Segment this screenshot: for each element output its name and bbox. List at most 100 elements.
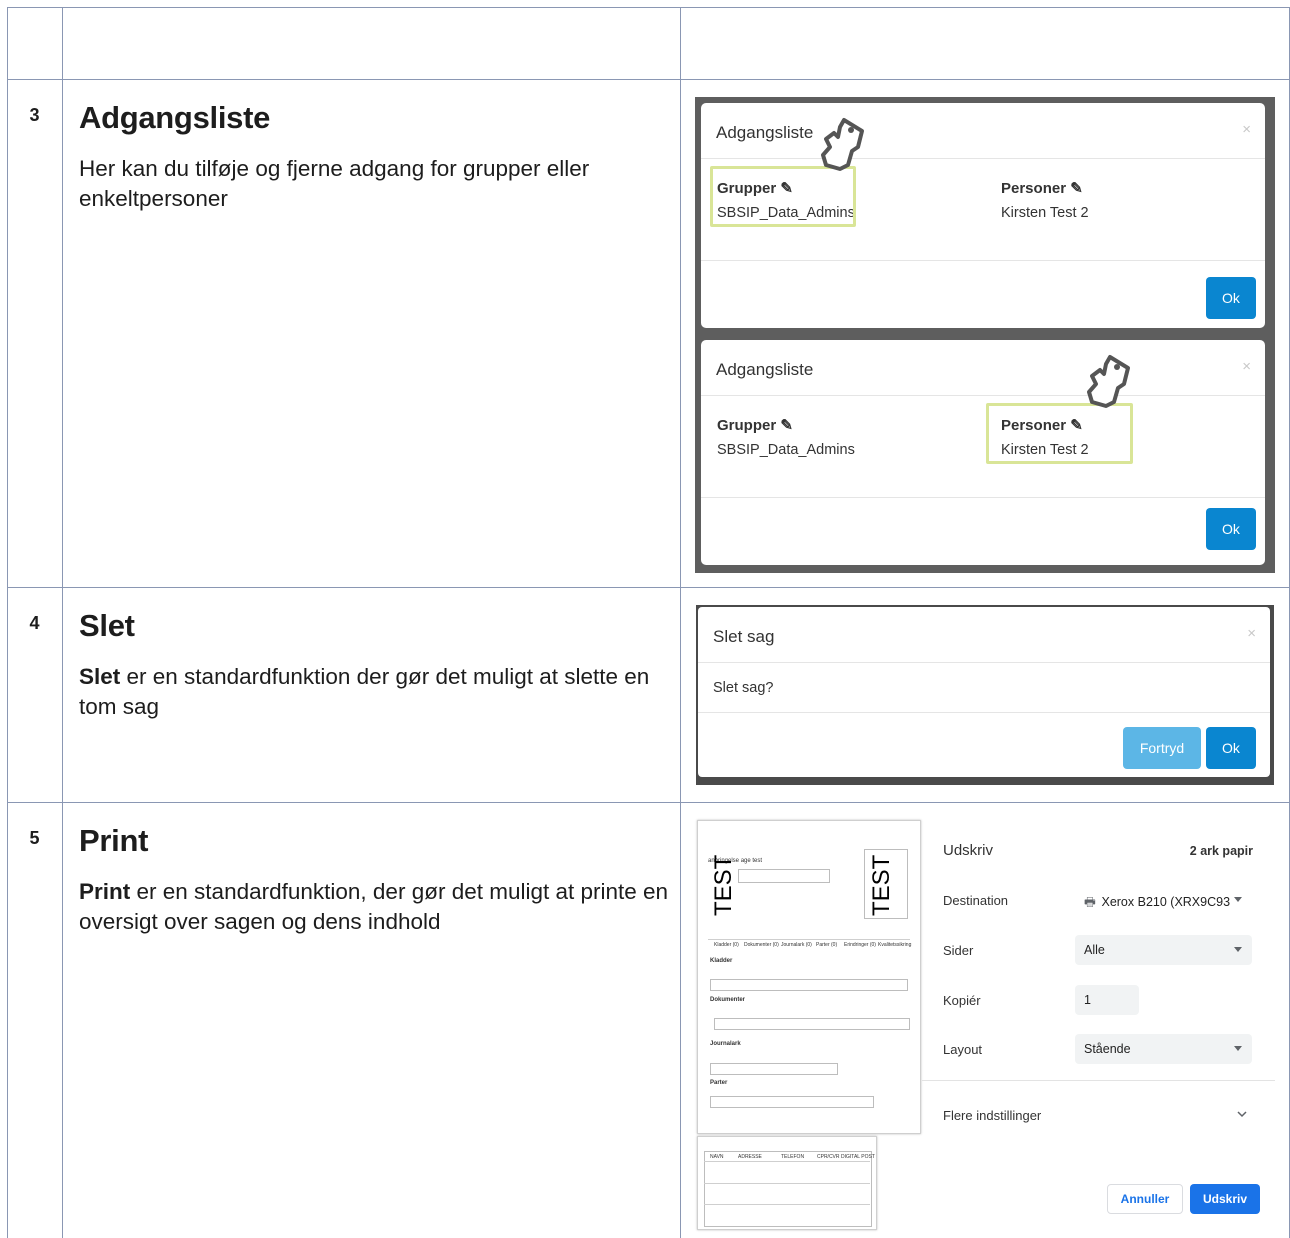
close-icon[interactable]: × <box>1247 625 1256 642</box>
section-print: Print Print er en standardfunktion, der … <box>79 823 669 937</box>
pages-value: Alle <box>1084 943 1105 957</box>
access-modal: Adgangsliste × Grupper ✎ SBSIP_Data_Admi… <box>701 103 1265 328</box>
print-title: Udskriv <box>943 842 994 859</box>
table-head: NAVN <box>710 1154 724 1160</box>
table-head: ADRESSE <box>738 1154 762 1160</box>
section-text: Print er en standardfunktion, der gør de… <box>79 877 669 937</box>
layout-select[interactable]: Stående <box>1075 1034 1252 1064</box>
section-text: Her kan du tilføje og fjerne adgang for … <box>79 156 590 211</box>
chevron-down-icon <box>1234 1046 1242 1051</box>
highlight-box <box>986 403 1133 464</box>
bold-term: Slet <box>79 664 121 689</box>
section-title: Print <box>79 823 149 858</box>
pointer-hand-icon <box>1087 355 1130 408</box>
persons-label: Personer ✎ <box>1001 180 1083 197</box>
copies-label: Kopiér <box>943 993 981 1008</box>
preview-rule <box>704 1183 870 1184</box>
preview-rule <box>708 939 910 940</box>
row-number: 5 <box>29 828 40 848</box>
table-border <box>62 7 63 1238</box>
preview-table <box>704 1151 872 1227</box>
persons-value: Kirsten Test 2 <box>1001 205 1089 221</box>
section-delete: Slet Slet er en standardfunktion der gør… <box>79 608 669 722</box>
section-text: Slet er en standardfunktion der gør det … <box>79 662 669 722</box>
pages-label: Sider <box>943 943 974 958</box>
print-preview-page: anbringelse age test TEST TEST Kladder (… <box>697 820 921 1134</box>
modal-title: Adgangsliste <box>716 360 814 379</box>
table-border <box>7 7 1290 8</box>
chevron-down-icon <box>1234 897 1242 902</box>
pages-select[interactable]: Alle <box>1075 935 1252 965</box>
divider <box>698 712 1270 713</box>
table-head: CPR/CVR <box>817 1154 840 1160</box>
tab-label: Kvalitetssikring <box>878 942 912 948</box>
table-head: DIGITAL POST <box>841 1154 875 1160</box>
pencil-icon[interactable]: ✎ <box>1070 180 1083 197</box>
divider <box>701 260 1265 261</box>
ok-button[interactable]: Ok <box>1206 508 1256 550</box>
pencil-icon[interactable]: ✎ <box>780 417 793 434</box>
watermark: TEST <box>710 854 737 916</box>
ok-button[interactable]: Ok <box>1206 277 1256 319</box>
ok-button[interactable]: Ok <box>1206 727 1256 769</box>
destination-select[interactable]: 🖶 Xerox B210 (XRX9C93 <box>1075 885 1252 915</box>
pointer-hand-icon <box>821 118 864 171</box>
divider <box>701 497 1265 498</box>
preview-section: Dokumenter <box>710 997 746 1003</box>
preview-section: Parter <box>710 1080 728 1086</box>
watermark: TEST <box>868 854 895 916</box>
divider <box>698 662 1270 663</box>
access-screenshot: Adgangsliste × Grupper ✎ SBSIP_Data_Admi… <box>695 97 1275 573</box>
chevron-down-icon <box>1234 947 1242 952</box>
print-preview-page-2: NAVN ADRESSE TELEFON CPR/CVR DIGITAL POS… <box>697 1136 877 1230</box>
divider <box>922 1080 1275 1081</box>
layout-label: Layout <box>943 1042 983 1057</box>
groups-label: Grupper ✎ <box>717 417 793 434</box>
divider <box>701 158 1265 159</box>
divider <box>701 395 1265 396</box>
printer-icon: 🖶 <box>1084 895 1096 909</box>
row-number: 3 <box>29 105 40 125</box>
cancel-button[interactable]: Fortryd <box>1123 727 1201 769</box>
tab-label: Erindringer (0) <box>844 942 876 948</box>
preview-tabs <box>738 869 830 883</box>
text-rest: er en standardfunktion der gør det mulig… <box>79 664 650 719</box>
print-button[interactable]: Udskriv <box>1190 1184 1260 1214</box>
tab-label: Journalark (0) <box>781 942 812 948</box>
preview-section: Journalark <box>710 1041 741 1047</box>
destination-label: Destination <box>943 893 1009 908</box>
preview-table <box>710 979 908 991</box>
section-title: Adgangsliste <box>79 100 271 135</box>
table-border <box>680 7 681 1238</box>
tab-label: Dokumenter (0) <box>744 942 779 948</box>
table-border <box>7 587 1290 588</box>
section-title: Slet <box>79 608 135 643</box>
section-access: Adgangsliste Her kan du tilføje og fjern… <box>79 100 669 214</box>
modal-title: Slet sag <box>713 627 775 646</box>
close-icon[interactable]: × <box>1242 121 1251 138</box>
access-modal: Adgangsliste × Grupper ✎ SBSIP_Data_Admi… <box>701 340 1265 565</box>
sheet-count: 2 ark papir <box>1189 844 1253 858</box>
modal-title: Adgangsliste <box>716 123 814 142</box>
delete-screenshot: Slet sag × Slet sag? Fortryd Ok <box>696 605 1274 785</box>
preview-section: Kladder <box>710 958 733 964</box>
more-settings-toggle[interactable]: Flere indstillinger <box>943 1108 1041 1123</box>
cancel-print-button[interactable]: Annuller <box>1107 1184 1183 1214</box>
table-head: TELEFON <box>781 1154 805 1160</box>
chevron-down-icon[interactable] <box>1237 1110 1247 1118</box>
preview-table <box>710 1063 838 1075</box>
groups-value: SBSIP_Data_Admins <box>717 442 855 458</box>
table-border <box>7 79 1290 80</box>
delete-modal: Slet sag × Slet sag? Fortryd Ok <box>698 607 1270 777</box>
modal-body-text: Slet sag? <box>713 680 774 696</box>
preview-table <box>714 1018 910 1030</box>
copies-input[interactable]: 1 <box>1075 985 1139 1015</box>
tab-label: Parter (0) <box>816 942 838 948</box>
row-number: 4 <box>29 613 40 633</box>
preview-rule <box>704 1204 870 1205</box>
preview-rule <box>704 1161 870 1162</box>
layout-value: Stående <box>1084 1042 1131 1056</box>
close-icon[interactable]: × <box>1242 358 1251 375</box>
destination-value: Xerox B210 (XRX9C93 <box>1101 895 1231 909</box>
tab-label: Kladder (0) <box>714 942 739 948</box>
